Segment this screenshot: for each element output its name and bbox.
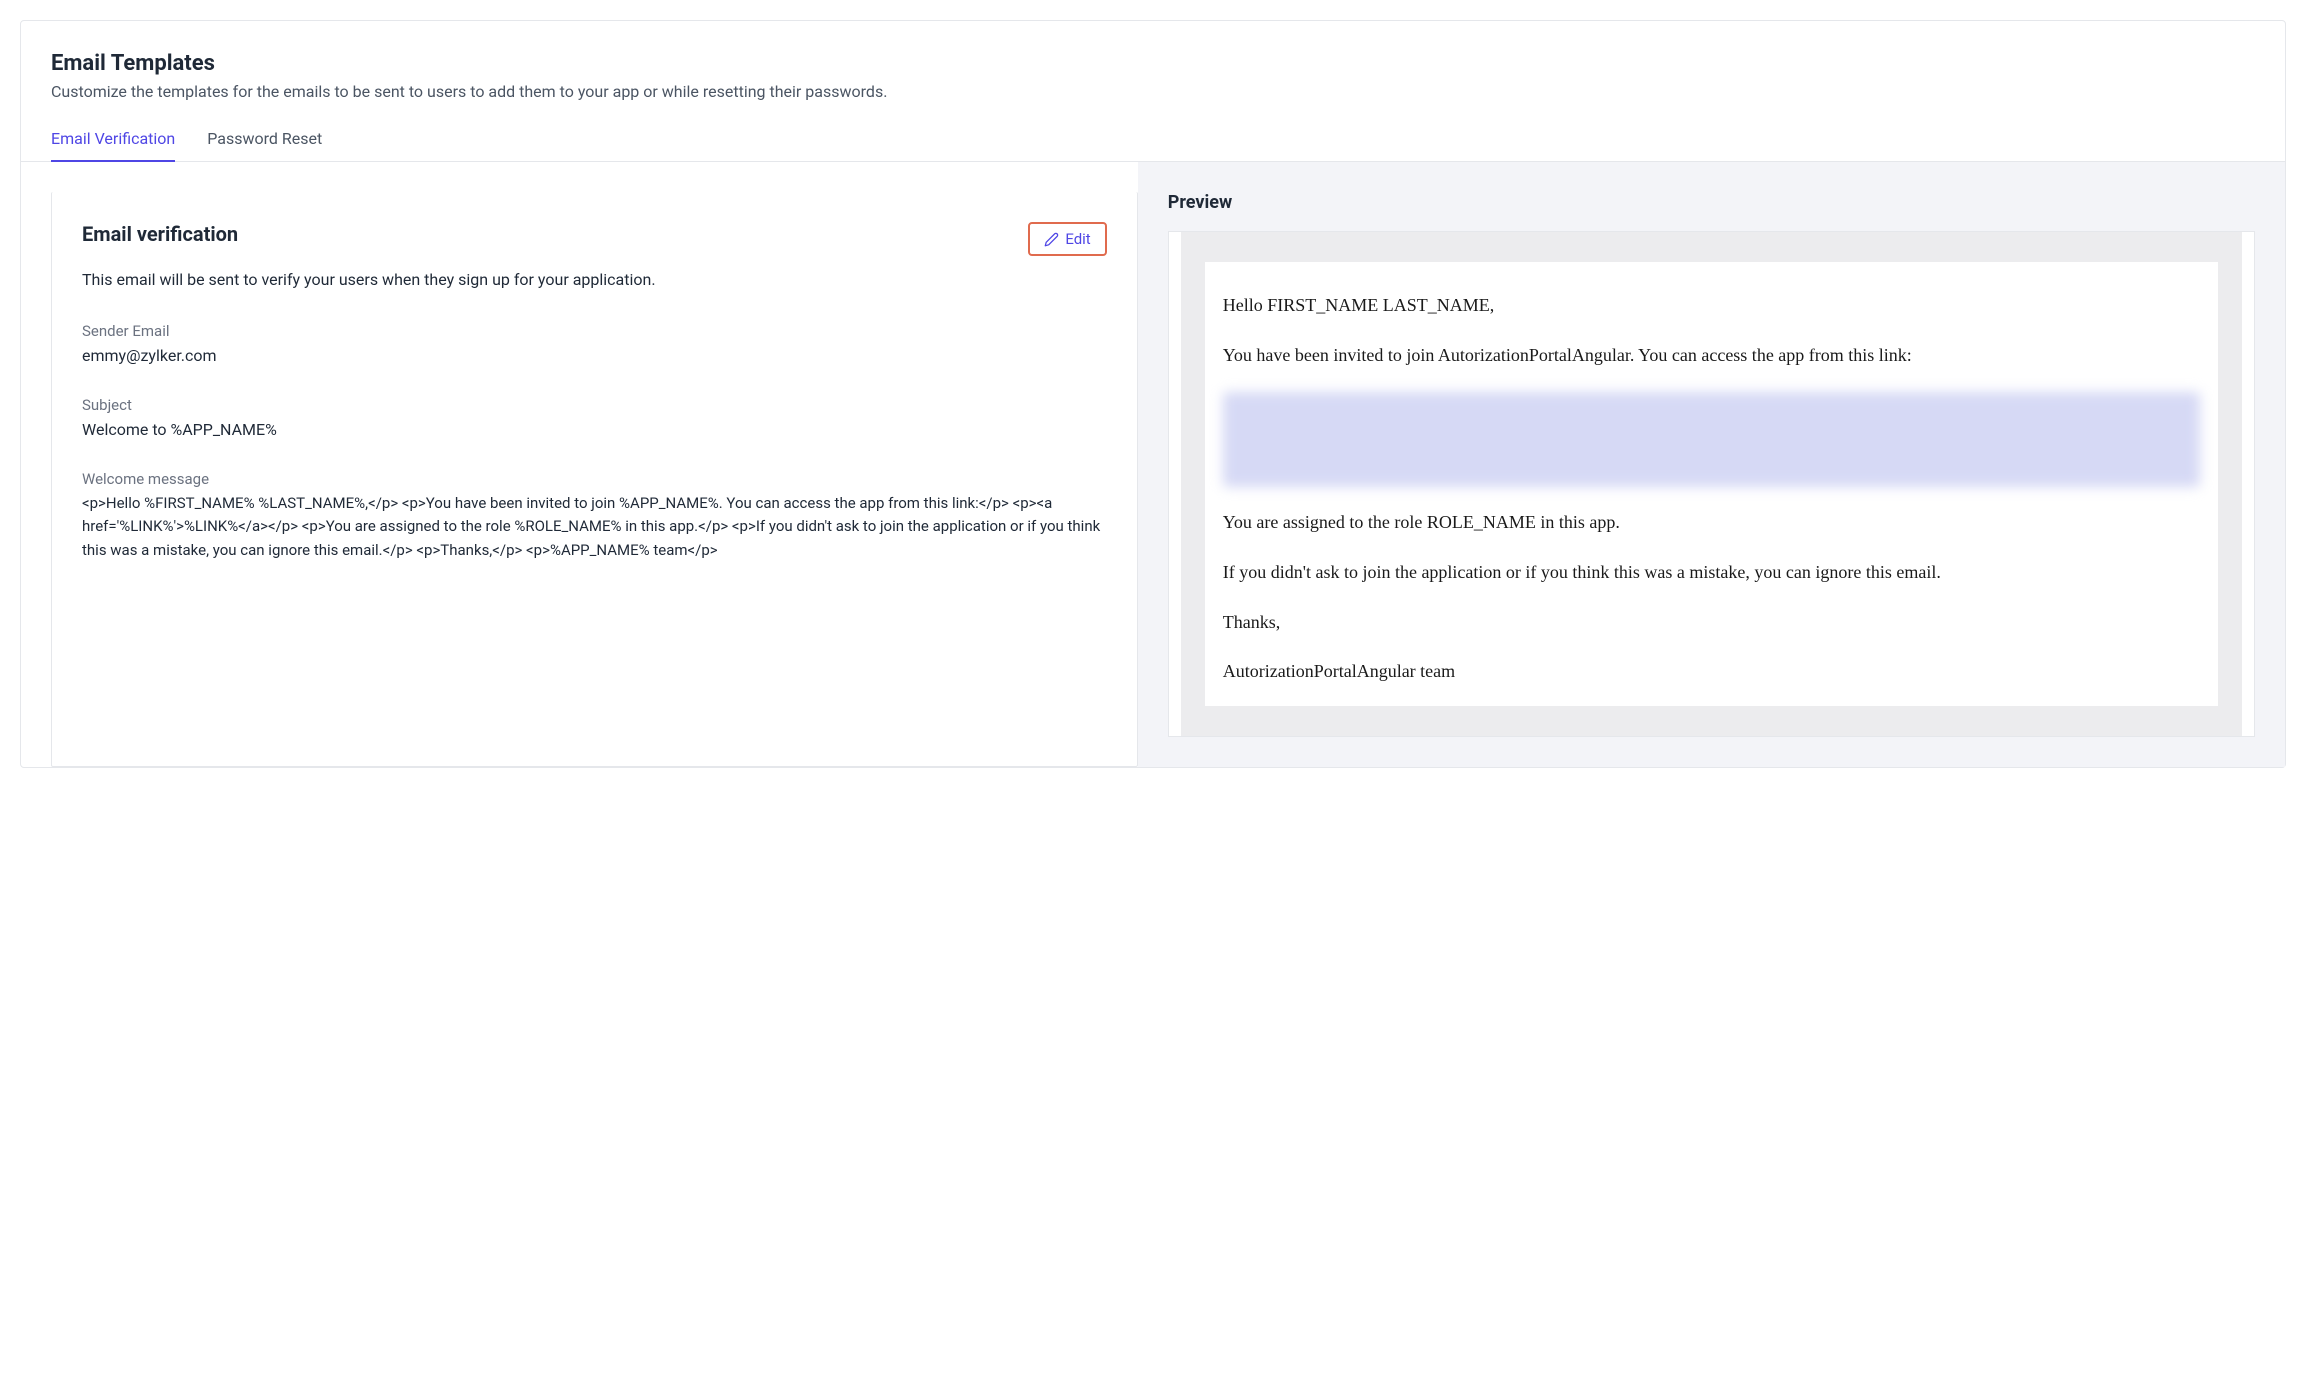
page-subtitle: Customize the templates for the emails t… [51, 82, 2255, 101]
preview-greeting: Hello FIRST_NAME LAST_NAME, [1223, 292, 2200, 320]
tab-email-verification[interactable]: Email Verification [51, 129, 175, 162]
preview-ignore-line: If you didn't ask to join the applicatio… [1223, 559, 2200, 587]
template-details-panel: Email verification Edit This email will … [51, 192, 1138, 767]
welcome-message-value: <p>Hello %FIRST_NAME% %LAST_NAME%,</p> <… [82, 492, 1107, 562]
section-header: Email verification Edit [82, 222, 1107, 256]
preview-blurred-link [1223, 392, 2200, 487]
tabs: Email Verification Password Reset [21, 129, 2285, 162]
section-description: This email will be sent to verify your u… [82, 268, 1004, 292]
sender-email-value: emmy@zylker.com [82, 344, 1107, 368]
content-area: Email verification Edit This email will … [21, 162, 2285, 767]
preview-role-line: You are assigned to the role ROLE_NAME i… [1223, 509, 2200, 537]
field-welcome-message: Welcome message <p>Hello %FIRST_NAME% %L… [82, 470, 1107, 562]
section-title: Email verification [82, 222, 238, 246]
preview-box: Hello FIRST_NAME LAST_NAME, You have bee… [1168, 231, 2255, 737]
edit-button[interactable]: Edit [1028, 222, 1106, 256]
preview-content: Hello FIRST_NAME LAST_NAME, You have bee… [1205, 262, 2218, 706]
preview-invite-line: You have been invited to join Autorizati… [1223, 342, 2200, 370]
field-subject: Subject Welcome to %APP_NAME% [82, 396, 1107, 442]
subject-value: Welcome to %APP_NAME% [82, 418, 1107, 442]
field-sender-email: Sender Email emmy@zylker.com [82, 322, 1107, 368]
welcome-message-label: Welcome message [82, 470, 1107, 488]
tab-password-reset[interactable]: Password Reset [207, 129, 322, 162]
pencil-icon [1044, 232, 1059, 247]
page-title: Email Templates [51, 51, 2255, 76]
edit-button-label: Edit [1065, 230, 1090, 248]
preview-panel: Preview Hello FIRST_NAME LAST_NAME, You … [1138, 162, 2285, 767]
sender-email-label: Sender Email [82, 322, 1107, 340]
preview-team: AutorizationPortalAngular team [1223, 658, 2200, 686]
preview-thanks: Thanks, [1223, 609, 2200, 637]
subject-label: Subject [82, 396, 1107, 414]
email-templates-container: Email Templates Customize the templates … [20, 20, 2286, 768]
preview-title: Preview [1168, 192, 2255, 213]
